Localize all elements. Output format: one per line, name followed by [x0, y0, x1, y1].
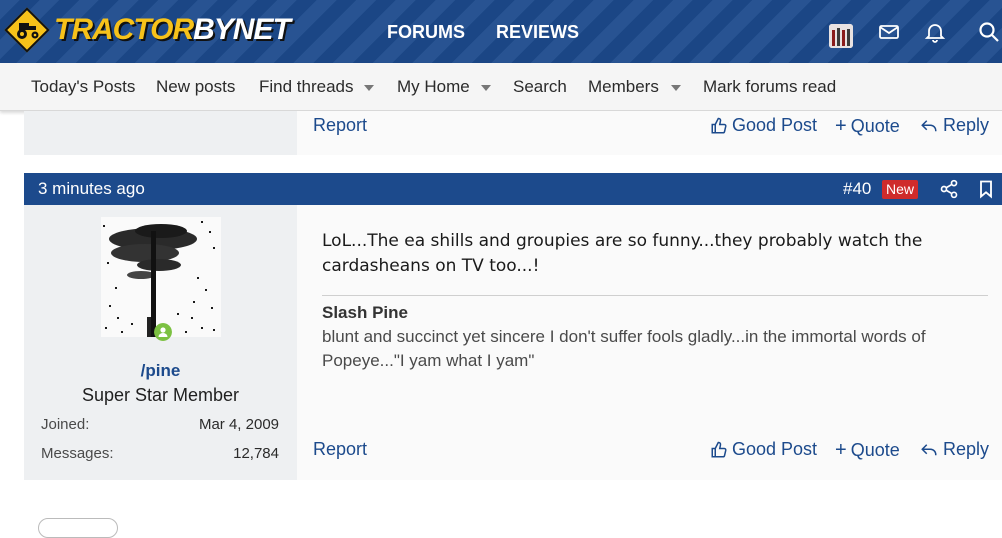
plus-icon: + — [835, 439, 847, 461]
username-link[interactable]: /pine — [24, 361, 297, 381]
signature-name: Slash Pine — [322, 303, 408, 322]
good-post-button[interactable]: Good Post — [710, 115, 817, 136]
search-icon[interactable] — [977, 20, 1001, 44]
subnav-search[interactable]: Search — [513, 77, 567, 97]
joined-value: Mar 4, 2009 — [198, 416, 279, 433]
subnav-find-threads[interactable]: Find threads — [259, 77, 354, 97]
sub-navigation: Today's Posts New posts Find threads My … — [0, 63, 1002, 111]
reply-button[interactable]: Reply — [919, 115, 989, 136]
thumbs-up-icon — [711, 441, 727, 457]
reply-icon — [921, 119, 937, 131]
post-message-body: LoL...The ea shills and groupies are so … — [322, 231, 923, 276]
quote-button[interactable]: + Quote — [835, 439, 900, 462]
pagination-button[interactable] — [38, 518, 118, 538]
report-link[interactable]: Report — [313, 439, 367, 460]
reply-button[interactable]: Reply — [919, 439, 989, 460]
subnav-members[interactable]: Members — [588, 77, 659, 97]
bell-icon[interactable] — [923, 20, 947, 44]
chevron-down-icon[interactable] — [364, 85, 374, 91]
plus-icon: + — [835, 115, 847, 137]
good-post-button[interactable]: Good Post — [710, 439, 817, 460]
signature-divider — [322, 295, 988, 296]
tractor-icon — [4, 7, 50, 53]
site-header: TRACTORBYNET FORUMS REVIEWS — [0, 0, 1002, 63]
post-timestamp[interactable]: 3 minutes ago — [38, 179, 145, 199]
signature-text: blunt and succinct yet sincere I don't s… — [322, 327, 926, 370]
prev-post-footer: Report Good Post + Quote Reply — [297, 111, 1002, 155]
share-icon[interactable] — [939, 179, 959, 199]
post-number[interactable]: #40 — [843, 179, 871, 199]
prev-post-user-column — [24, 111, 297, 155]
post-message-column: LoL...The ea shills and groupies are so … — [297, 205, 1002, 480]
nav-reviews[interactable]: REVIEWS — [496, 22, 579, 43]
new-badge: New — [882, 180, 919, 199]
online-status-icon — [154, 323, 172, 341]
joined-label: Joined: — [41, 416, 90, 433]
quote-button[interactable]: + Quote — [835, 115, 900, 138]
report-link[interactable]: Report — [313, 115, 367, 136]
messages-label: Messages: — [41, 445, 114, 462]
logo-wordmark: TRACTORBYNET — [54, 13, 291, 46]
subnav-new-posts[interactable]: New posts — [156, 77, 235, 97]
user-avatar-large[interactable] — [101, 217, 221, 337]
messages-value: 12,784 — [233, 445, 279, 462]
user-title: Super Star Member — [81, 385, 240, 405]
subnav-todays-posts[interactable]: Today's Posts — [31, 77, 135, 97]
chevron-down-icon[interactable] — [671, 85, 681, 91]
nav-forums[interactable]: FORUMS — [387, 22, 465, 43]
subnav-my-home[interactable]: My Home — [397, 77, 470, 97]
user-avatar[interactable] — [829, 24, 853, 48]
site-logo[interactable]: TRACTORBYNET — [4, 6, 291, 54]
subnav-mark-forums-read[interactable]: Mark forums read — [703, 77, 836, 97]
bookmark-icon[interactable] — [976, 178, 996, 200]
post-header: 3 minutes ago #40 New — [24, 173, 1002, 205]
post-user-column: /pine Super Star Member Joined: Mar 4, 2… — [24, 205, 297, 480]
reply-icon — [921, 443, 937, 455]
chevron-down-icon[interactable] — [481, 85, 491, 91]
mail-icon[interactable] — [877, 20, 901, 44]
thumbs-up-icon — [711, 117, 727, 133]
